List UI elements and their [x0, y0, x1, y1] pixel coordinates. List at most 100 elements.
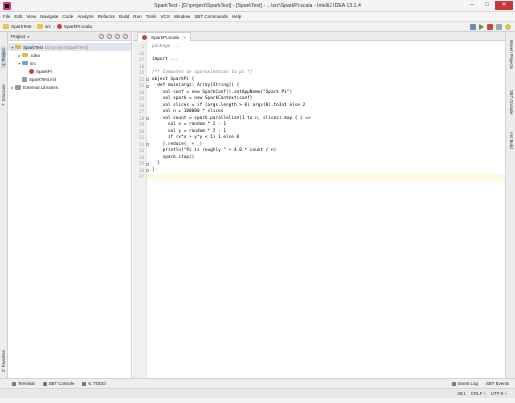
- fold-marker-icon[interactable]: [146, 169, 149, 172]
- chevron-down-icon[interactable]: ▾: [27, 34, 29, 39]
- stop-icon[interactable]: [487, 24, 493, 30]
- right-tool-window-strip: Maven Projects SBT Console Ant Build: [505, 32, 515, 378]
- fold-marker-icon[interactable]: [146, 84, 149, 88]
- tree-item-label: SparkTest: [23, 44, 44, 50]
- line-separator[interactable]: CRLF ÷: [471, 391, 486, 396]
- code-line-text: val count = spark.parallelize(1 to n, sl…: [152, 115, 311, 121]
- folder-icon: [22, 52, 28, 58]
- menu-sbt-commands[interactable]: SBT Commands: [194, 14, 228, 19]
- tab-favorites[interactable]: 2: Favorites: [1, 350, 6, 372]
- tree-item-label: External Libraries: [23, 84, 59, 90]
- scala-object-icon: [29, 68, 34, 74]
- project-panel-title[interactable]: Project: [11, 34, 25, 39]
- menu-build[interactable]: Build: [119, 14, 129, 19]
- tab-todo[interactable]: 6: TODO: [82, 381, 106, 386]
- tree-item-sparkpi[interactable]: SparkPi: [8, 67, 131, 75]
- hide-panel-icon[interactable]: [123, 33, 128, 39]
- folder-icon: [37, 24, 44, 29]
- tab-project[interactable]: 1: Project: [1, 46, 6, 68]
- build-icon[interactable]: [470, 24, 476, 30]
- fold-marker-icon[interactable]: [146, 143, 149, 146]
- navigation-bar: SparkTest › src › SparkPi.scala: [0, 21, 515, 32]
- code-line-text: val slices = if (args.length > 0) args(0…: [152, 102, 306, 108]
- close-button[interactable]: ✕: [495, 1, 513, 10]
- tab-ant-build[interactable]: Ant Build: [509, 132, 514, 149]
- gear-icon[interactable]: [115, 33, 120, 39]
- tab-terminal[interactable]: Terminal: [12, 381, 35, 386]
- breadcrumb-folder[interactable]: src: [37, 24, 51, 29]
- menu-file[interactable]: File: [3, 14, 10, 19]
- menu-help[interactable]: Help: [232, 14, 241, 19]
- tree-item-label: .idea: [30, 52, 40, 58]
- project-panel-header: Project ▾: [8, 32, 131, 41]
- tab-sbt-events[interactable]: SBT Events: [486, 381, 509, 386]
- scala-file-icon: [142, 34, 147, 40]
- module-file-icon: [22, 76, 27, 82]
- todo-icon: [82, 381, 87, 386]
- tab-event-log[interactable]: Event Log: [452, 381, 478, 386]
- tree-item-external-libraries[interactable]: ▸ External Libraries: [8, 83, 131, 91]
- left-tool-window-strip: 1: Project 7: Structure 2: Favorites: [0, 32, 8, 378]
- editor-tab-sparkpi[interactable]: SparkPi.scala ×: [137, 32, 191, 41]
- code-line-text: }.reduce(_ + _): [152, 141, 203, 147]
- run-icon[interactable]: [479, 24, 484, 30]
- fold-marker-icon[interactable]: [146, 78, 149, 81]
- tab-maven-projects[interactable]: Maven Projects: [509, 40, 514, 69]
- toolbar-actions: [470, 24, 511, 30]
- menu-refactor[interactable]: Refactor: [98, 14, 115, 19]
- maximize-button[interactable]: □: [480, 1, 494, 10]
- tree-item-idea[interactable]: ▸ .idea: [8, 51, 131, 59]
- chevron-right-icon: ›: [53, 23, 55, 30]
- help-icon[interactable]: [505, 24, 511, 30]
- code-line-text: println("Pi is roughly " + 4.0 * count /…: [152, 148, 277, 153]
- title-bar: SparkTest - [D:\project\SparkTest] - [Sp…: [0, 0, 515, 12]
- breadcrumb-file[interactable]: SparkPi.scala: [56, 24, 92, 29]
- tree-item-label: SparkTest.iml: [29, 76, 57, 82]
- breadcrumb-project[interactable]: SparkTest: [3, 24, 31, 29]
- tab-todo-label: 6: TODO: [88, 381, 106, 386]
- tab-sbt-console[interactable]: SBT Console: [509, 90, 514, 115]
- editor-tab-label: SparkPi.scala: [151, 34, 180, 40]
- tree-item-sparktest[interactable]: ▾ SparkTest (D:\project\SparkTest): [8, 43, 131, 51]
- menu-edit[interactable]: Edit: [14, 14, 22, 19]
- code-line-text: object SparkPi {: [152, 76, 195, 82]
- menu-vcs[interactable]: VCS: [160, 14, 169, 19]
- code-line-text: val spark = new SparkContext(conf): [152, 96, 253, 101]
- tree-item-src[interactable]: ▾ src: [8, 59, 131, 67]
- tab-sbt-console-label: SBT Console: [48, 381, 75, 386]
- close-tab-icon[interactable]: ×: [183, 35, 186, 40]
- code-line[interactable]: [147, 174, 505, 181]
- tab-structure[interactable]: 7: Structure: [1, 84, 6, 106]
- file-encoding[interactable]: UTF-8 ÷: [491, 391, 507, 396]
- menu-tools[interactable]: Tools: [146, 14, 157, 19]
- menu-window[interactable]: Window: [174, 14, 190, 19]
- minimize-button[interactable]: –: [465, 1, 479, 10]
- scroll-from-source-icon[interactable]: [99, 33, 104, 39]
- settings-icon[interactable]: [496, 24, 502, 30]
- menu-analyze[interactable]: Analyze: [77, 14, 93, 19]
- fold-marker-icon[interactable]: [146, 162, 149, 166]
- line-number: 37: [139, 174, 144, 179]
- project-panel: Project ▾ ▾ SparkTest (D:\project\SparkT…: [8, 32, 132, 378]
- tab-event-log-label: Event Log: [458, 381, 478, 386]
- fold-marker-icon[interactable]: [146, 117, 149, 120]
- code-line-text: def main(args: Array[String]) {: [152, 83, 240, 88]
- collapse-all-icon[interactable]: [107, 33, 112, 39]
- tree-item-iml[interactable]: SparkTest.iml: [8, 75, 131, 83]
- menu-run[interactable]: Run: [133, 14, 141, 19]
- tree-item-label: src: [30, 60, 36, 66]
- menu-code[interactable]: Code: [62, 14, 73, 19]
- tab-sbt-console-bottom[interactable]: SBT Console: [42, 381, 75, 386]
- tree-item-label: SparkPi: [36, 68, 52, 74]
- tab-sbt-events-label: SBT Events: [485, 381, 509, 386]
- menu-navigate[interactable]: Navigate: [40, 14, 58, 19]
- breadcrumb-file-label: SparkPi.scala: [63, 24, 92, 29]
- caret-position[interactable]: 38:1: [457, 391, 466, 396]
- project-tree: ▾ SparkTest (D:\project\SparkTest) ▸ .id…: [8, 41, 131, 91]
- menu-view[interactable]: View: [26, 14, 36, 19]
- code-line-text: val n = 100000 * slices: [152, 109, 224, 114]
- editor-tab-bar: SparkPi.scala ×: [133, 32, 505, 41]
- folder-icon: [15, 44, 21, 50]
